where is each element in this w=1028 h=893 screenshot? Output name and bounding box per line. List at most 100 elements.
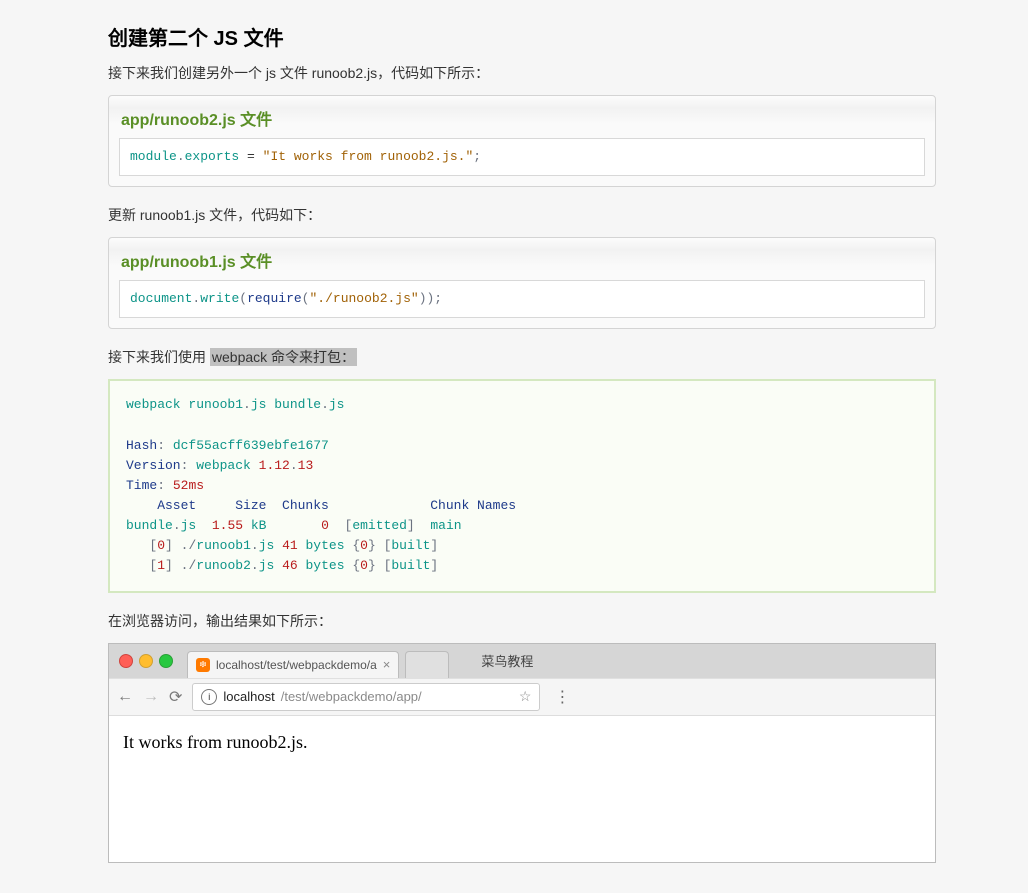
browser-screenshot: ፨ localhost/test/webpackdemo/a × ⠀ 菜鸟教程 … <box>108 643 936 863</box>
term-token <box>173 558 181 573</box>
term-token: { <box>352 558 360 573</box>
browser-toolbar: ← → ⟳ i localhost/test/webpackdemo/app/ … <box>109 678 935 716</box>
term-token: : <box>157 478 165 493</box>
term-token: 46 <box>282 558 298 573</box>
term-token: dcf55acff639ebfe1677 <box>165 438 329 453</box>
xampp-favicon-icon: ፨ <box>196 658 210 672</box>
term-token: ] <box>430 558 438 573</box>
term-token: ] <box>430 538 438 553</box>
term-token: ] <box>165 538 173 553</box>
example-box-runoob1: app/runoob1.js 文件 document.write(require… <box>108 237 936 329</box>
term-token: js bundle <box>251 397 321 412</box>
term-token: . <box>251 558 259 573</box>
back-icon[interactable]: ← <box>117 688 133 706</box>
term-token <box>376 538 384 553</box>
term-token: webpack runoob1 <box>126 397 243 412</box>
selected-text: webpack 命令来打包： <box>210 348 357 366</box>
code-block-runoob2: module.exports = "It works from runoob2.… <box>119 138 925 176</box>
code-token: ; <box>473 149 481 164</box>
term-token: ./ <box>181 538 197 553</box>
example-box-runoob2: app/runoob2.js 文件 module.exports = "It w… <box>108 95 936 187</box>
term-token: ] <box>407 518 415 533</box>
term-token: ./ <box>181 558 197 573</box>
term-token: js <box>259 558 282 573</box>
code-token: . <box>177 149 185 164</box>
browser-tab-strip: ፨ localhost/test/webpackdemo/a × ⠀ 菜鸟教程 <box>109 644 935 678</box>
code-block-runoob1: document.write(require("./runoob2.js")); <box>119 280 925 318</box>
page-output-text: It works from runoob2.js. <box>123 732 307 752</box>
term-token: 1.12 <box>259 458 290 473</box>
code-token: "It works from runoob2.js." <box>263 149 474 164</box>
code-token: "./runoob2.js" <box>309 291 418 306</box>
section-heading: 创建第二个 JS 文件 <box>108 22 936 51</box>
term-token: emitted <box>352 518 407 533</box>
term-token: Asset Size Chunks Chunk Names <box>126 498 516 513</box>
term-token: 13 <box>298 458 314 473</box>
intro-paragraph-4: 在浏览器访问，输出结果如下所示： <box>108 611 936 631</box>
term-token: 0 <box>360 538 368 553</box>
term-token: kB <box>243 518 321 533</box>
intro-paragraph-2: 更新 runoob1.js 文件，代码如下： <box>108 205 936 225</box>
menu-icon[interactable]: ⋮ <box>550 687 574 707</box>
term-token: 52ms <box>173 478 204 493</box>
bookmark-star-icon[interactable]: ☆ <box>519 688 532 705</box>
term-token: built <box>391 558 430 573</box>
window-controls <box>119 654 173 668</box>
term-token: 0 <box>360 558 368 573</box>
term-token: 41 <box>282 538 298 553</box>
term-token: built <box>391 538 430 553</box>
term-token: Version <box>126 458 181 473</box>
term-token: bytes <box>298 558 353 573</box>
tab-ghost-hint: ⠀ <box>423 658 432 672</box>
term-token: } <box>368 538 376 553</box>
code-token: )); <box>419 291 442 306</box>
close-tab-icon[interactable]: × <box>383 657 391 672</box>
code-token: exports <box>185 149 240 164</box>
term-token: . <box>173 518 181 533</box>
site-info-icon[interactable]: i <box>201 689 217 705</box>
browser-tab-label: 菜鸟教程 <box>481 651 533 670</box>
term-token: Time <box>126 478 157 493</box>
term-token: } <box>368 558 376 573</box>
term-token: bundle <box>126 518 173 533</box>
term-token: : <box>157 438 165 453</box>
term-token: 0 <box>321 518 329 533</box>
code-token: module <box>130 149 177 164</box>
reload-icon[interactable]: ⟳ <box>169 687 182 707</box>
term-token: ] <box>165 558 173 573</box>
term-token <box>165 478 173 493</box>
term-token: runoob2 <box>196 558 251 573</box>
url-path: /test/webpackdemo/app/ <box>281 689 422 704</box>
intro-paragraph-3: 接下来我们使用 webpack 命令来打包： <box>108 347 936 367</box>
code-token: ( <box>239 291 247 306</box>
close-window-icon[interactable] <box>119 654 133 668</box>
address-bar[interactable]: i localhost/test/webpackdemo/app/ ☆ <box>192 683 540 711</box>
term-token: { <box>352 538 360 553</box>
term-token <box>126 538 149 553</box>
term-token: . <box>290 458 298 473</box>
url-host: localhost <box>223 689 274 704</box>
term-token: . <box>321 397 329 412</box>
term-token: js <box>181 518 212 533</box>
term-token <box>329 518 345 533</box>
browser-viewport: It works from runoob2.js. <box>109 716 935 862</box>
term-token: . <box>243 397 251 412</box>
term-token: 1 <box>157 558 165 573</box>
code-token: document <box>130 291 192 306</box>
term-token <box>376 558 384 573</box>
forward-icon: → <box>143 688 159 706</box>
browser-tab-active[interactable]: ፨ localhost/test/webpackdemo/a × <box>187 651 399 678</box>
text-run: 接下来我们使用 <box>108 349 210 365</box>
intro-paragraph-1: 接下来我们创建另外一个 js 文件 runoob2.js，代码如下所示： <box>108 63 936 83</box>
code-token: require <box>247 291 302 306</box>
term-token: main <box>415 518 462 533</box>
example-title: app/runoob1.js 文件 <box>121 248 925 272</box>
minimize-window-icon[interactable] <box>139 654 153 668</box>
term-token: . <box>251 538 259 553</box>
term-token <box>126 558 149 573</box>
example-title: app/runoob2.js 文件 <box>121 106 925 130</box>
term-token: 1.55 <box>212 518 243 533</box>
maximize-window-icon[interactable] <box>159 654 173 668</box>
tab-title: localhost/test/webpackdemo/a <box>216 658 377 672</box>
browser-tab-inactive[interactable]: ⠀ <box>405 651 449 678</box>
